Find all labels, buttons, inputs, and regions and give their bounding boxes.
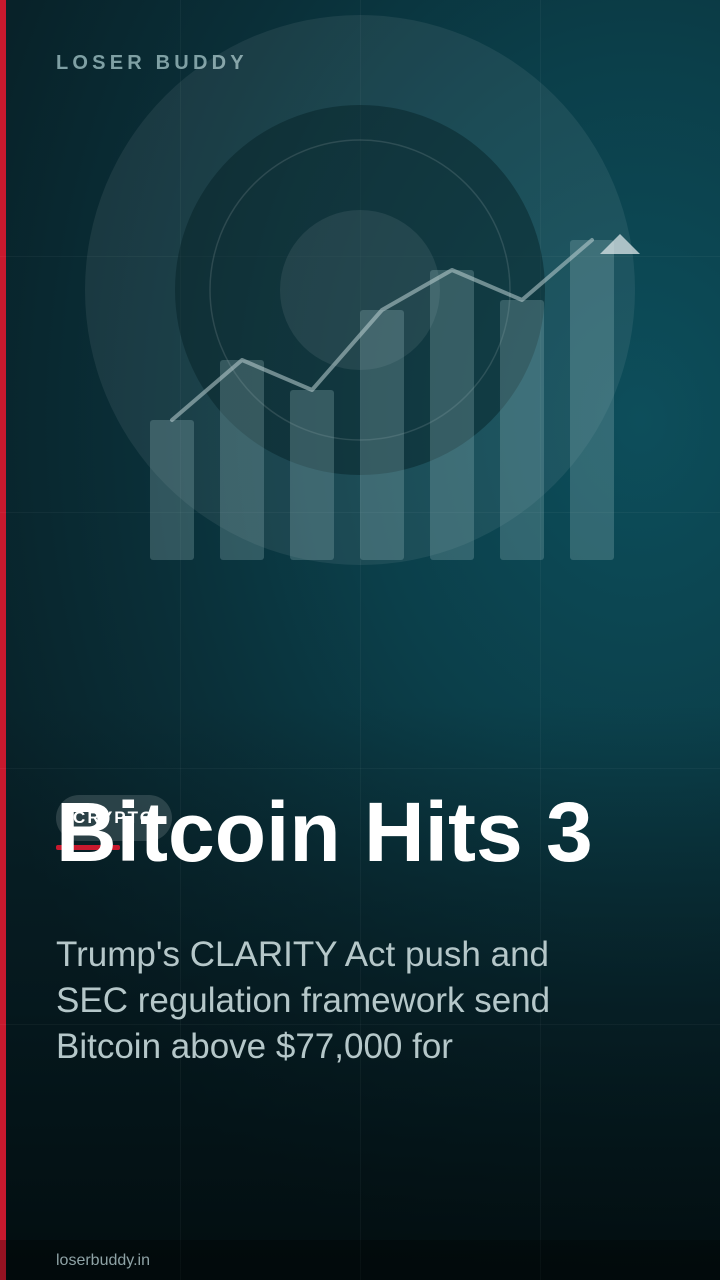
grid-line [0, 768, 720, 769]
article-summary: Trump's CLARITY Act push and SEC regulat… [56, 935, 551, 1066]
footer-domain-link[interactable]: loserbuddy.in [56, 1252, 150, 1270]
trending-chart-icon [85, 15, 640, 565]
headline: Bitcoin Hits 3 [56, 785, 593, 879]
